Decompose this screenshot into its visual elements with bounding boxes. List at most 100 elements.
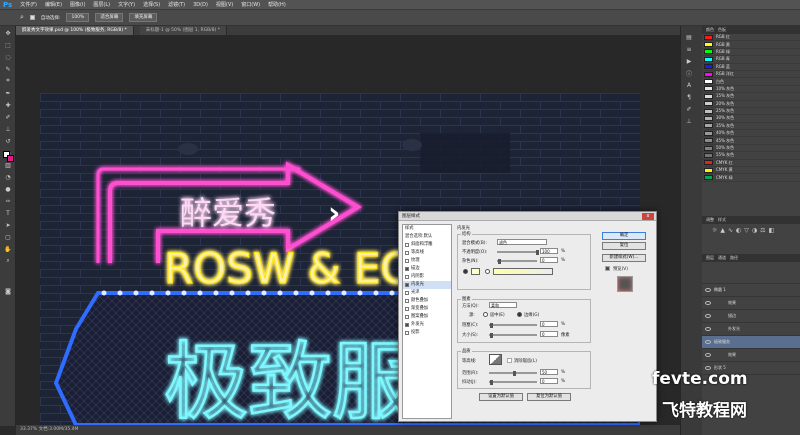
style-list-item[interactable]: 等高线	[403, 249, 451, 257]
swatch-item[interactable]: RGB 洋红	[702, 71, 800, 79]
style-list-item[interactable]: 样式	[403, 225, 451, 233]
style-checkbox[interactable]	[405, 283, 409, 287]
gradient-picker[interactable]	[493, 268, 553, 275]
noise-input[interactable]: 0	[540, 257, 558, 263]
swatch-item[interactable]: RGB 蓝	[702, 64, 800, 71]
swatch-color[interactable]	[704, 86, 713, 92]
shape-tool-icon[interactable]: ▢	[3, 232, 13, 242]
history-brush-icon[interactable]: ↺	[3, 136, 13, 146]
brush-panel-icon[interactable]: ✐	[684, 104, 694, 114]
style-checkbox[interactable]	[405, 299, 409, 303]
type-tool-icon[interactable]: T	[3, 208, 13, 218]
swatch-item[interactable]: 20% 灰色	[702, 101, 800, 108]
blend-mode-select[interactable]: 滤色	[497, 239, 547, 245]
clone-panel-icon[interactable]: ⊥	[684, 116, 694, 126]
choke-input[interactable]: 0	[540, 321, 558, 327]
swatch-item[interactable]: CMYK 黄	[702, 167, 800, 175]
reset-button[interactable]: 复位	[602, 242, 646, 250]
opacity-input[interactable]: 100	[540, 248, 558, 254]
brightness-icon[interactable]: ☼	[712, 227, 717, 251]
eye-icon[interactable]	[705, 353, 711, 357]
style-checkbox[interactable]	[405, 275, 409, 279]
swatch-item[interactable]: RGB 红	[702, 34, 800, 42]
tab-swatches[interactable]: 色板	[718, 27, 726, 33]
menu-item-layer[interactable]: 图层(L)	[93, 1, 110, 8]
style-list-item[interactable]: 图案叠加	[403, 313, 451, 321]
menu-item-type[interactable]: 文字(Y)	[118, 1, 135, 8]
eyedropper-tool-icon[interactable]: ✒	[3, 88, 13, 98]
swatch-color[interactable]	[704, 49, 713, 55]
choke-slider[interactable]	[489, 323, 537, 328]
swatch-color[interactable]	[704, 115, 713, 121]
style-list-item[interactable]: 内阴影	[403, 273, 451, 281]
swatch-color[interactable]	[704, 145, 713, 151]
layer-row[interactable]: 极致服务	[702, 336, 800, 349]
swatch-color[interactable]	[704, 167, 713, 173]
swatch-item[interactable]: 白色	[702, 78, 800, 86]
eye-icon[interactable]	[705, 340, 711, 344]
contour-picker[interactable]	[489, 354, 502, 365]
style-list-item[interactable]: 斜面和浮雕	[403, 241, 451, 249]
stamp-tool-icon[interactable]: ⊥	[3, 124, 13, 134]
style-checkbox[interactable]	[405, 243, 409, 247]
size-input[interactable]: 0	[540, 331, 558, 337]
swatch-color[interactable]	[704, 64, 713, 70]
vibrance-icon[interactable]: ▽	[744, 227, 749, 251]
actions-panel-icon[interactable]: ▶	[684, 56, 694, 66]
background-color-swatch[interactable]	[7, 155, 14, 162]
noise-slider-knob[interactable]	[498, 259, 501, 264]
style-list-item[interactable]: 光泽	[403, 289, 451, 297]
style-list-item[interactable]: 内发光	[403, 281, 451, 289]
style-list-item[interactable]: 外发光	[403, 321, 451, 329]
style-list-item[interactable]: 渐变叠加	[403, 305, 451, 313]
crop-tool-icon[interactable]: ⌗	[3, 76, 13, 86]
levels-icon[interactable]: ▲	[720, 227, 725, 251]
tab-paths[interactable]: 路径	[730, 255, 738, 261]
properties-panel-icon[interactable]: ≡	[684, 44, 694, 54]
paragraph-panel-icon[interactable]: ¶	[684, 92, 694, 102]
style-checkbox[interactable]	[405, 291, 409, 295]
menu-item-image[interactable]: 图像(I)	[70, 1, 85, 8]
brush-tool-icon[interactable]: ✐	[3, 112, 13, 122]
style-checkbox[interactable]	[405, 251, 409, 255]
dialog-title-bar[interactable]: 图层样式 x	[399, 212, 656, 221]
fit-screen-button[interactable]: 适合屏幕	[95, 13, 124, 22]
gradient-radio[interactable]	[485, 269, 490, 274]
eye-icon[interactable]	[705, 288, 711, 292]
swatch-item[interactable]: RGB 黄	[702, 41, 800, 49]
swatch-color[interactable]	[704, 79, 713, 85]
style-list-item[interactable]: 纹理	[403, 257, 451, 265]
swatch-color[interactable]	[704, 108, 713, 114]
ok-button[interactable]: 确定	[602, 232, 646, 240]
new-style-button[interactable]: 新建样式(W)...	[602, 254, 646, 262]
character-panel-icon[interactable]: A	[684, 80, 694, 90]
swatch-item[interactable]: RGB 青	[702, 56, 800, 64]
color-radio[interactable]	[463, 269, 468, 274]
style-list-item[interactable]: 描边	[403, 265, 451, 273]
range-slider[interactable]	[489, 371, 537, 376]
antialias-checkbox[interactable]	[507, 358, 512, 363]
style-list-item[interactable]: 投影	[403, 329, 451, 337]
menu-item-view[interactable]: 视图(V)	[216, 1, 233, 8]
eye-icon[interactable]	[705, 301, 711, 305]
style-list-item[interactable]: 混合选项:默认	[403, 233, 451, 241]
range-input[interactable]: 50	[540, 369, 558, 375]
size-slider-knob[interactable]	[490, 333, 493, 338]
actual-pixels-button[interactable]: 100%	[66, 13, 90, 22]
tab-document-1[interactable]: 醉爱秀文字效果.psd @ 100% (极致服务, RGB/8) *	[16, 26, 134, 35]
fill-screen-button[interactable]: 填充屏幕	[129, 13, 158, 22]
size-slider[interactable]	[489, 333, 537, 338]
swatch-item[interactable]: 45% 灰色	[702, 137, 800, 145]
quick-select-tool-icon[interactable]: ✎	[3, 64, 13, 74]
menu-item-3d[interactable]: 3D(D)	[193, 2, 208, 8]
layer-row[interactable]: 效果	[702, 297, 800, 310]
style-list-item[interactable]: 颜色叠加	[403, 297, 451, 305]
pen-tool-icon[interactable]: ✑	[3, 196, 13, 206]
app-logo[interactable]: Ps	[3, 1, 12, 9]
opacity-slider-knob[interactable]	[536, 250, 539, 255]
layer-filter-bar[interactable]	[702, 262, 800, 284]
auto-select-checkbox[interactable]	[29, 15, 35, 20]
exposure-icon[interactable]: ◐	[736, 227, 741, 251]
history-panel-icon[interactable]: ▤	[684, 32, 694, 42]
tab-styles[interactable]: 样式	[718, 217, 726, 223]
